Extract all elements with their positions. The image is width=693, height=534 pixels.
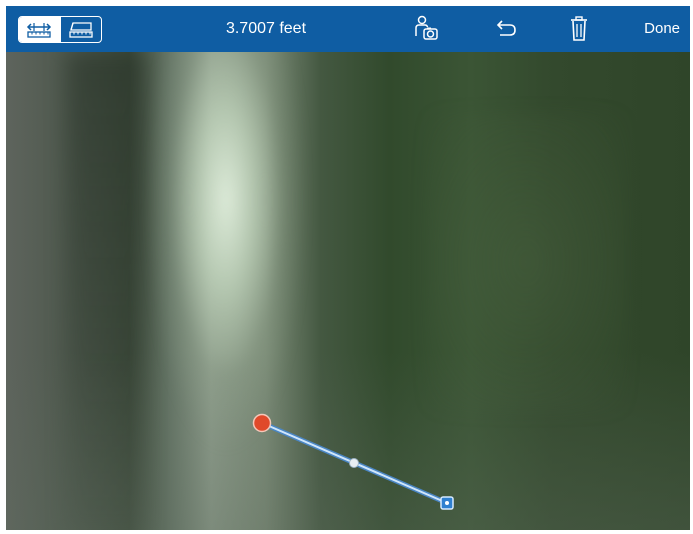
ruler-mode-button[interactable] (19, 17, 60, 42)
undo-button[interactable] (489, 14, 521, 44)
plane-ruler-mode-button[interactable] (59, 17, 102, 42)
camera-person-button[interactable] (410, 14, 442, 44)
delete-button[interactable] (563, 14, 595, 44)
ruler-icon (27, 22, 52, 38)
measurement-midpoint-handle[interactable] (349, 458, 359, 468)
measurement-mode-switcher (18, 16, 102, 43)
measurement-end-point[interactable] (440, 496, 454, 510)
top-toolbar: 3.7007 feet Done (6, 6, 690, 52)
person-camera-icon (415, 15, 438, 40)
measurement-overlay (252, 413, 454, 510)
measurement-readout: 3.7007 feet (225, 20, 307, 37)
undo-icon (496, 20, 516, 36)
measurement-start-point[interactable] (252, 413, 272, 433)
done-button[interactable]: Done (644, 6, 680, 52)
plane-ruler-icon (69, 21, 93, 38)
app-screen: 3.7007 feet Done (6, 6, 690, 530)
trash-icon (571, 16, 587, 41)
